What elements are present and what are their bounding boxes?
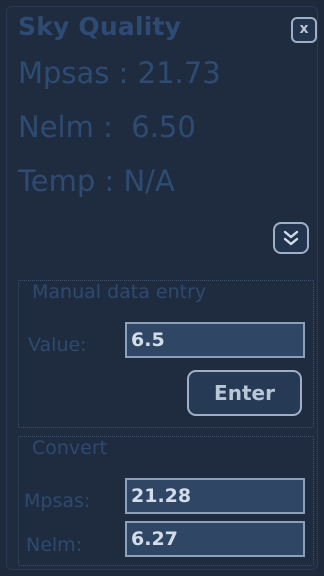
value-label: Value: [28,334,87,356]
convert-legend: Convert [28,437,112,459]
value-input[interactable] [125,322,305,358]
nelm-reading: Nelm : 6.50 [18,110,196,144]
close-icon: x [299,21,309,37]
temp-reading: Temp : N/A [18,164,175,198]
panel-title: Sky Quality [18,12,182,41]
mpsas-reading: Mpsas : 21.73 [18,56,221,90]
expand-button[interactable] [273,222,309,254]
convert-nelm-label: Nelm: [26,534,83,556]
convert-mpsas-label: Mpsas: [24,490,91,512]
convert-nelm-input[interactable] [125,521,305,557]
enter-button[interactable]: Enter [187,370,302,416]
close-button[interactable]: x [291,17,317,43]
double-chevron-down-icon [283,230,299,246]
manual-entry-legend: Manual data entry [28,281,211,303]
convert-mpsas-input[interactable] [125,478,305,514]
